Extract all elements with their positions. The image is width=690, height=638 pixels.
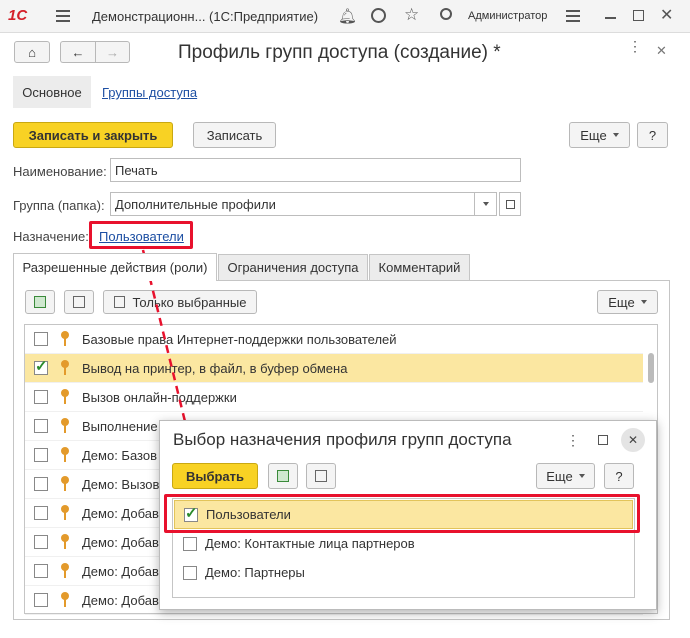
tab-allowed-actions[interactable]: Разрешенные действия (роли)	[13, 253, 217, 281]
dialog-uncheck-all-button[interactable]	[306, 463, 336, 489]
dialog-help-button[interactable]: ?	[604, 463, 634, 489]
purpose-checkbox[interactable]	[183, 536, 197, 551]
uncheck-all-icon	[315, 470, 327, 482]
purpose-checkbox[interactable]	[183, 565, 197, 580]
dialog-more-menu-icon[interactable]: ⋮	[566, 432, 580, 449]
purpose-item[interactable]: Демо: Контактные лица партнеров	[174, 529, 633, 558]
chevron-down-icon	[578, 474, 585, 478]
check-all-icon	[277, 470, 289, 482]
dialog-more-button[interactable]: Еще	[536, 463, 595, 489]
purpose-label: Демо: Партнеры	[205, 565, 305, 580]
dialog-highlight-frame	[164, 494, 640, 533]
close-icon: ✕	[627, 433, 639, 447]
purpose-label: Демо: Контактные лица партнеров	[205, 536, 415, 551]
dialog-close-button[interactable]: ✕	[621, 428, 645, 452]
purpose-item[interactable]: Демо: Партнеры	[174, 558, 633, 587]
dialog-check-all-button[interactable]	[268, 463, 298, 489]
dialog-maximize-icon[interactable]	[598, 435, 608, 445]
dialog-select-button[interactable]: Выбрать	[172, 463, 258, 489]
dialog-title: Выбор назначения профиля групп доступа	[173, 430, 512, 449]
